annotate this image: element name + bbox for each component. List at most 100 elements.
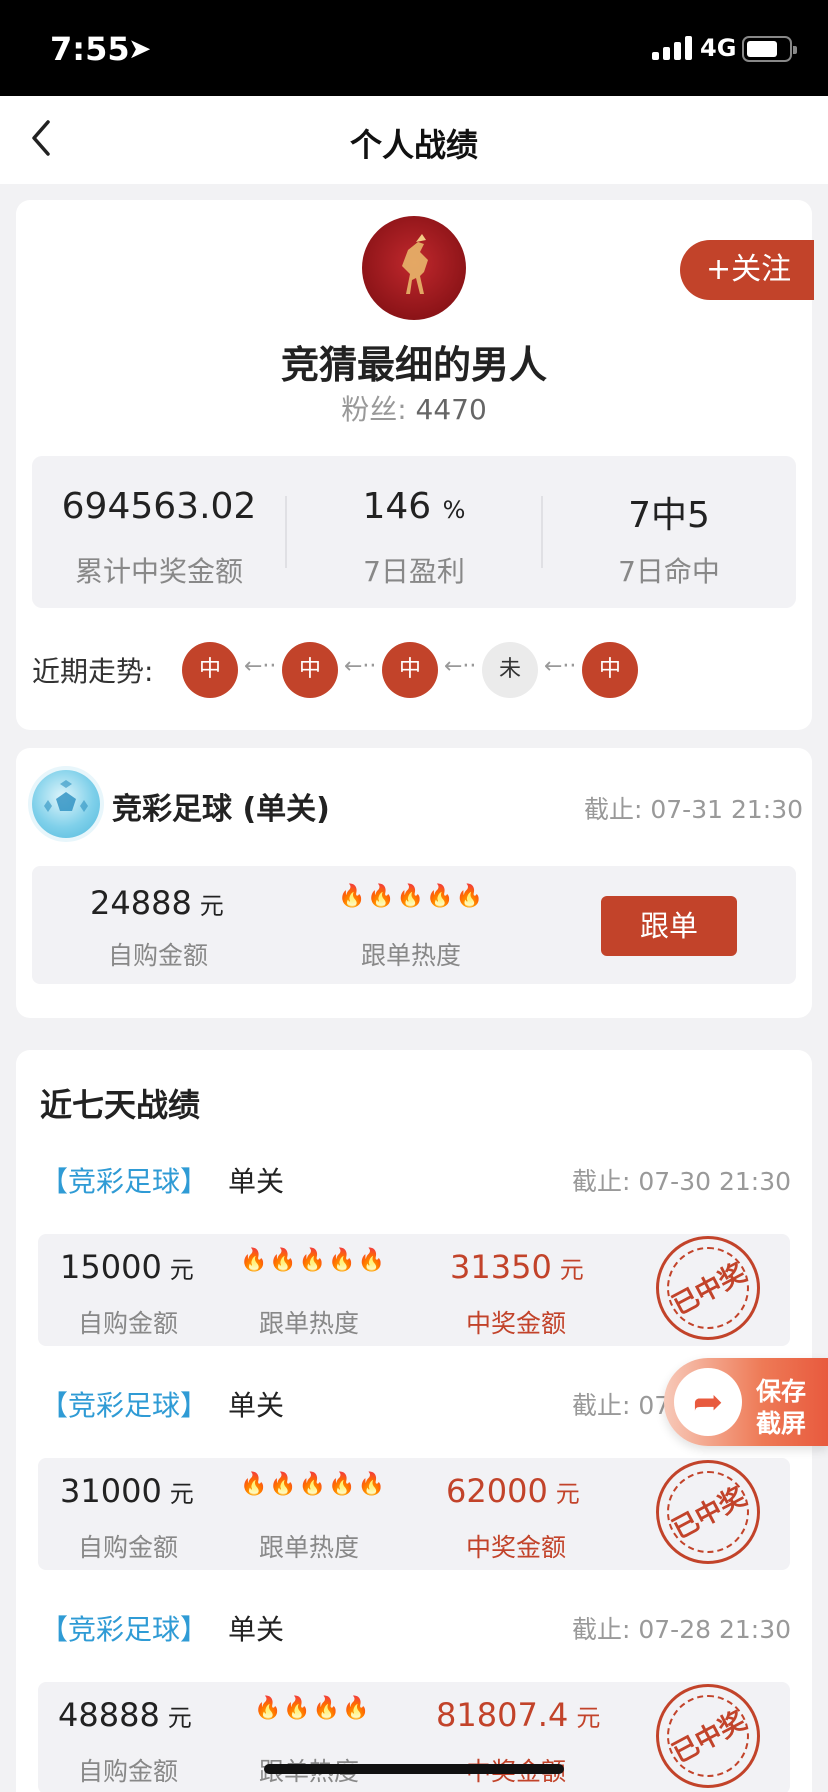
stat-value: 694563.02 [61, 486, 257, 527]
record-deadline: 截止: 07 [572, 1391, 671, 1420]
record-tag: 【竞彩足球】 [40, 1389, 209, 1422]
flame-icon: 🔥 [342, 1696, 372, 1721]
trend-arrow-icon: ←·· [544, 654, 577, 679]
prize-value: 31350 [450, 1248, 552, 1286]
record-type: 单关 [228, 1389, 285, 1422]
trend-label: 近期走势: [32, 655, 154, 688]
soccer-ball-icon [44, 780, 88, 812]
amount-label: 自购金额 [78, 1533, 179, 1562]
amount-value: 15000 [60, 1248, 162, 1286]
heat-flames: 🔥🔥🔥🔥🔥 [240, 1248, 387, 1273]
amount-value: 48888 [58, 1696, 160, 1734]
heat-flames: 🔥🔥🔥🔥🔥 [240, 1472, 387, 1497]
plan-deadline: 截止: 07-31 21:30 [584, 795, 804, 824]
stat-value: 146 [362, 486, 432, 527]
location-arrow-icon: ➤ [128, 32, 152, 65]
follow-button[interactable]: +关注 [680, 240, 814, 300]
amount-unit: 元 [167, 1704, 192, 1732]
record-tag: 【竞彩足球】 [40, 1613, 209, 1646]
network-type: 4G [700, 34, 737, 62]
record-type: 单关 [228, 1613, 285, 1646]
heat-label: 跟单热度 [361, 941, 462, 970]
flame-icon: 🔥 [298, 1472, 329, 1497]
winner-stamp-icon: 已中奖 [656, 1460, 760, 1564]
record-prize: 81807.4 元 [436, 1696, 600, 1734]
flame-icon: 🔥 [328, 1248, 358, 1273]
trend-badge: 中 [182, 642, 238, 698]
record-amount: 48888 元 [58, 1696, 192, 1734]
prize-unit: 元 [576, 1704, 601, 1732]
amount-value: 31000 [60, 1472, 162, 1510]
soccer-ball-icon [32, 770, 100, 838]
amount-unit: 元 [199, 892, 224, 920]
prize-unit: 元 [555, 1480, 580, 1508]
flame-icon: 🔥 [396, 884, 427, 909]
flame-icon: 🔥 [240, 1472, 270, 1497]
prize-value: 62000 [446, 1472, 548, 1510]
winner-stamp-icon: 已中奖 [656, 1236, 760, 1340]
flame-icon: 🔥 [357, 1472, 388, 1497]
trend-badge: 中 [582, 642, 638, 698]
home-indicator[interactable] [264, 1764, 564, 1774]
save-screenshot-button[interactable]: ➦ 保存 截屏 [664, 1358, 828, 1446]
record-amount: 15000 元 [60, 1248, 194, 1286]
stats-panel: 694563.02 累计中奖金额 146 % 7日盈利 7中5 7日命中 [32, 456, 796, 608]
prize-value: 81807.4 [436, 1696, 569, 1734]
amount-unit: 元 [169, 1256, 194, 1284]
flame-icon: 🔥 [367, 884, 397, 909]
stat-unit: % [442, 496, 466, 524]
signal-icon [652, 36, 694, 60]
flame-icon: 🔥 [269, 1248, 299, 1273]
heat-label: 跟单热度 [259, 1309, 360, 1338]
prize-label: 中奖金额 [466, 1309, 567, 1338]
flame-icon: 🔥 [312, 1696, 343, 1721]
flame-icon: 🔥 [455, 884, 486, 909]
nav-bar: 个人战绩 [0, 96, 828, 184]
prize-unit: 元 [559, 1256, 584, 1284]
stat-label: 7日命中 [618, 555, 720, 588]
stat-7day-hits: 7中5 7日命中 [542, 486, 796, 590]
flame-icon: 🔥 [240, 1248, 270, 1273]
record-deadline: 截止: 07-30 21:30 [572, 1167, 792, 1196]
history-title: 近七天战绩 [40, 1086, 201, 1124]
flame-icon: 🔥 [328, 1472, 358, 1497]
save-label-line1: 保存 [756, 1377, 807, 1406]
stat-label: 累计中奖金额 [74, 555, 243, 588]
save-label-line2: 截屏 [756, 1409, 807, 1438]
page-title: 个人战绩 [349, 126, 478, 164]
flame-icon: 🔥 [298, 1248, 329, 1273]
record-prize: 62000 元 [446, 1472, 580, 1510]
horse-icon [402, 234, 428, 294]
amount-label: 自购金额 [78, 1309, 179, 1338]
flame-icon: 🔥 [269, 1472, 299, 1497]
share-arrow-icon: ➦ [674, 1368, 742, 1436]
trend-arrow-icon: ←·· [344, 654, 377, 679]
plan-title: 竞彩足球 (单关) [112, 792, 330, 827]
record-amount: 31000 元 [60, 1472, 194, 1510]
trend-arrow-icon: ←·· [244, 654, 277, 679]
winner-stamp-icon: 已中奖 [656, 1684, 760, 1788]
fans-value: 4470 [415, 393, 487, 426]
record-tag: 【竞彩足球】 [40, 1165, 209, 1198]
flame-icon: 🔥 [338, 884, 368, 909]
trend-badge: 未 [482, 642, 538, 698]
follow-order-button[interactable]: 跟单 [601, 896, 737, 956]
avatar[interactable] [362, 216, 466, 320]
flame-icon: 🔥 [426, 884, 456, 909]
stat-label: 7日盈利 [363, 555, 465, 588]
record-deadline: 截止: 07-28 21:30 [572, 1615, 792, 1644]
amount-value: 24888 [90, 884, 192, 922]
flame-icon: 🔥 [283, 1696, 313, 1721]
plan-amount: 24888 元 [90, 884, 224, 922]
amount-label: 自购金额 [108, 941, 209, 970]
prize-label: 中奖金额 [466, 1533, 567, 1562]
trend-arrow-icon: ←·· [444, 654, 477, 679]
fans-label: 粉丝: [341, 393, 407, 426]
amount-unit: 元 [169, 1480, 194, 1508]
record-prize: 31350 元 [450, 1248, 584, 1286]
flame-icon: 🔥 [254, 1696, 284, 1721]
record-type: 单关 [228, 1165, 285, 1198]
heat-flames: 🔥🔥🔥🔥🔥 [338, 884, 485, 909]
heat-label: 跟单热度 [259, 1533, 360, 1562]
stat-7day-profit: 146 % 7日盈利 [287, 486, 541, 590]
